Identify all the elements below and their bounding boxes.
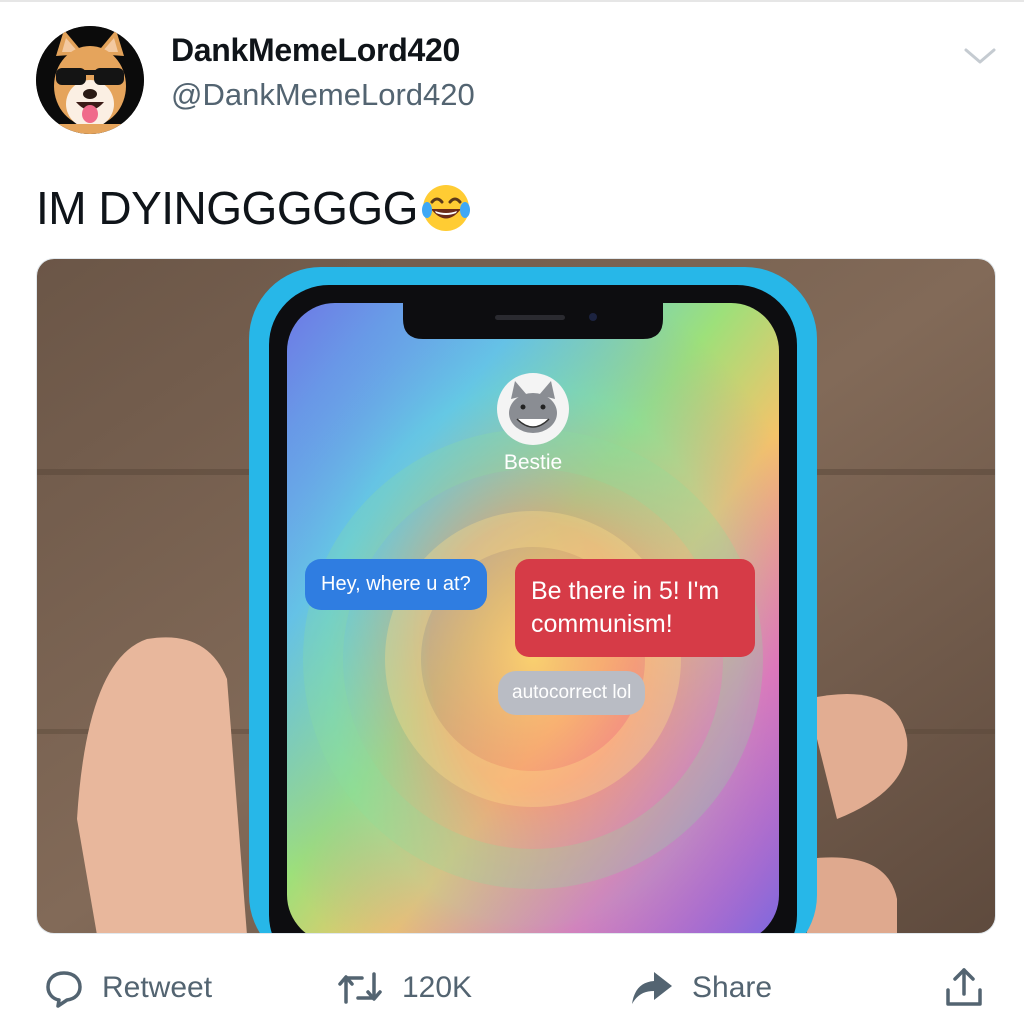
message-text: autocorrect lol bbox=[512, 682, 632, 703]
message-bubble-aside: autocorrect lol bbox=[498, 671, 646, 715]
tweet-text: IM DYINGGGGGG bbox=[36, 181, 472, 235]
reply-label: Retweet bbox=[102, 971, 213, 1004]
message-text-line-1: Be there in 5! I'm bbox=[531, 577, 720, 605]
top-divider bbox=[0, 0, 1024, 2]
message-text-line-2: communism! bbox=[531, 610, 673, 638]
tears-of-joy-emoji-icon bbox=[420, 182, 472, 234]
message-bubble-sent: Be there in 5! I'm communism! bbox=[515, 559, 755, 657]
message-bubble-received: Hey, where u at? bbox=[305, 559, 487, 610]
tweet-media-image[interactable]: Bestie Hey, where u at? Be there in 5! I… bbox=[36, 258, 996, 934]
share-button[interactable]: Share bbox=[630, 960, 772, 1016]
message-text: Hey, where u at? bbox=[321, 573, 471, 595]
share-label: Share bbox=[692, 971, 773, 1004]
tweet-action-bar: Retweet 120K Share bbox=[0, 960, 1024, 1016]
author-name[interactable]: DankMemeLord420 bbox=[171, 32, 460, 69]
reply-bubble-icon bbox=[46, 971, 82, 1008]
retweet-icon bbox=[338, 972, 382, 1004]
upload-icon bbox=[946, 968, 982, 1006]
author-avatar[interactable] bbox=[36, 26, 144, 134]
author-handle[interactable]: @DankMemeLord420 bbox=[171, 77, 475, 113]
share-arrow-icon bbox=[632, 972, 672, 1004]
upload-share-button[interactable] bbox=[944, 960, 984, 1016]
retweet-count: 120K bbox=[402, 971, 473, 1004]
chevron-down-icon[interactable] bbox=[960, 42, 1000, 70]
contact-name: Bestie bbox=[503, 451, 563, 474]
reply-button[interactable]: Retweet bbox=[44, 960, 212, 1016]
tweet-text-content: IM DYINGGGGGG bbox=[36, 182, 418, 234]
retweet-button[interactable]: 120K bbox=[336, 960, 472, 1016]
